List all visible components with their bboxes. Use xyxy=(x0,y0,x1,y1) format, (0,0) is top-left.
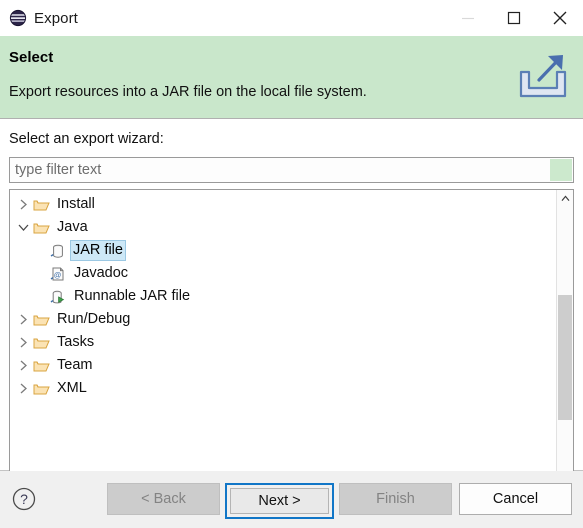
folder-icon xyxy=(32,197,50,213)
wizard-select-label: Select an export wizard: xyxy=(9,131,164,147)
tree-list: Install Java JAR file @ Javadoc Runnable… xyxy=(10,190,556,516)
tree-item-label: Tasks xyxy=(57,334,95,350)
chevron-right-icon[interactable] xyxy=(15,199,32,210)
content-area: Select an export wizard: Inst xyxy=(0,119,583,517)
tree-item-team[interactable]: Team xyxy=(10,354,556,377)
tree-item-label: Run/Debug xyxy=(57,311,131,327)
folder-icon xyxy=(32,358,50,374)
chevron-up-icon[interactable] xyxy=(557,190,573,207)
window-title: Export xyxy=(34,9,78,27)
wizard-tree[interactable]: Install Java JAR file @ Javadoc Runnable… xyxy=(9,189,574,517)
folder-icon xyxy=(32,381,50,397)
tree-scrollbar[interactable] xyxy=(556,190,573,516)
tree-item-label: Runnable JAR file xyxy=(74,288,191,304)
tree-item-label: JAR file xyxy=(70,240,126,261)
search-input[interactable] xyxy=(10,159,550,181)
tree-item-tasks[interactable]: Tasks xyxy=(10,331,556,354)
tree-item-jar-file[interactable]: JAR file xyxy=(10,239,556,262)
window-controls xyxy=(445,0,583,36)
clear-filter-icon[interactable] xyxy=(550,159,572,181)
folder-icon xyxy=(32,220,50,236)
runnable-jar-icon xyxy=(49,289,67,305)
page-description: Export resources into a JAR file on the … xyxy=(9,84,367,100)
folder-icon xyxy=(32,312,50,328)
next-button[interactable]: Next > xyxy=(230,488,329,514)
page-title: Select xyxy=(9,49,54,66)
tree-item-run-debug[interactable]: Run/Debug xyxy=(10,308,556,331)
chevron-down-icon[interactable] xyxy=(15,223,32,232)
next-button-focus-ring: Next > xyxy=(225,483,334,519)
title-bar: Export xyxy=(0,0,583,36)
chevron-right-icon[interactable] xyxy=(15,383,32,394)
close-icon[interactable] xyxy=(537,0,583,36)
tree-item-javadoc[interactable]: @ Javadoc xyxy=(10,262,556,285)
wizard-banner: Select Export resources into a JAR file … xyxy=(0,36,583,119)
tree-item-label: Javadoc xyxy=(74,265,129,281)
scrollbar-thumb[interactable] xyxy=(558,295,572,420)
footer-button-bar: ? < Back Next > Finish Cancel xyxy=(0,471,583,528)
tree-item-label: Java xyxy=(57,219,88,235)
tree-item-runnable-jar-file[interactable]: Runnable JAR file xyxy=(10,285,556,308)
export-dialog: Export Select Export resources into a JA… xyxy=(0,0,583,528)
tree-item-java[interactable]: Java xyxy=(10,216,556,239)
scrollbar-track[interactable] xyxy=(557,207,573,499)
svg-text:@: @ xyxy=(54,270,62,279)
chevron-right-icon[interactable] xyxy=(15,360,32,371)
tree-item-label: XML xyxy=(57,380,87,396)
chevron-right-icon[interactable] xyxy=(15,337,32,348)
tree-item-label: Team xyxy=(57,357,93,373)
tree-item-label: Install xyxy=(57,196,95,212)
help-circle-icon[interactable]: ? xyxy=(11,486,37,512)
tree-item-install[interactable]: Install xyxy=(10,193,556,216)
svg-text:?: ? xyxy=(20,491,28,507)
tree-item-xml[interactable]: XML xyxy=(10,377,556,400)
chevron-right-icon[interactable] xyxy=(15,314,32,325)
folder-icon xyxy=(32,335,50,351)
jar-file-icon xyxy=(49,243,67,259)
finish-button[interactable]: Finish xyxy=(339,483,452,515)
export-arrow-icon xyxy=(511,44,575,108)
back-button[interactable]: < Back xyxy=(107,483,220,515)
eclipse-logo-icon xyxy=(9,9,27,27)
wizard-buttons: < Back Next > Finish Cancel xyxy=(107,483,572,519)
filter-field[interactable] xyxy=(9,157,574,183)
minimize-icon[interactable] xyxy=(445,0,491,36)
maximize-icon[interactable] xyxy=(491,0,537,36)
cancel-button[interactable]: Cancel xyxy=(459,483,572,515)
javadoc-icon: @ xyxy=(49,266,67,282)
